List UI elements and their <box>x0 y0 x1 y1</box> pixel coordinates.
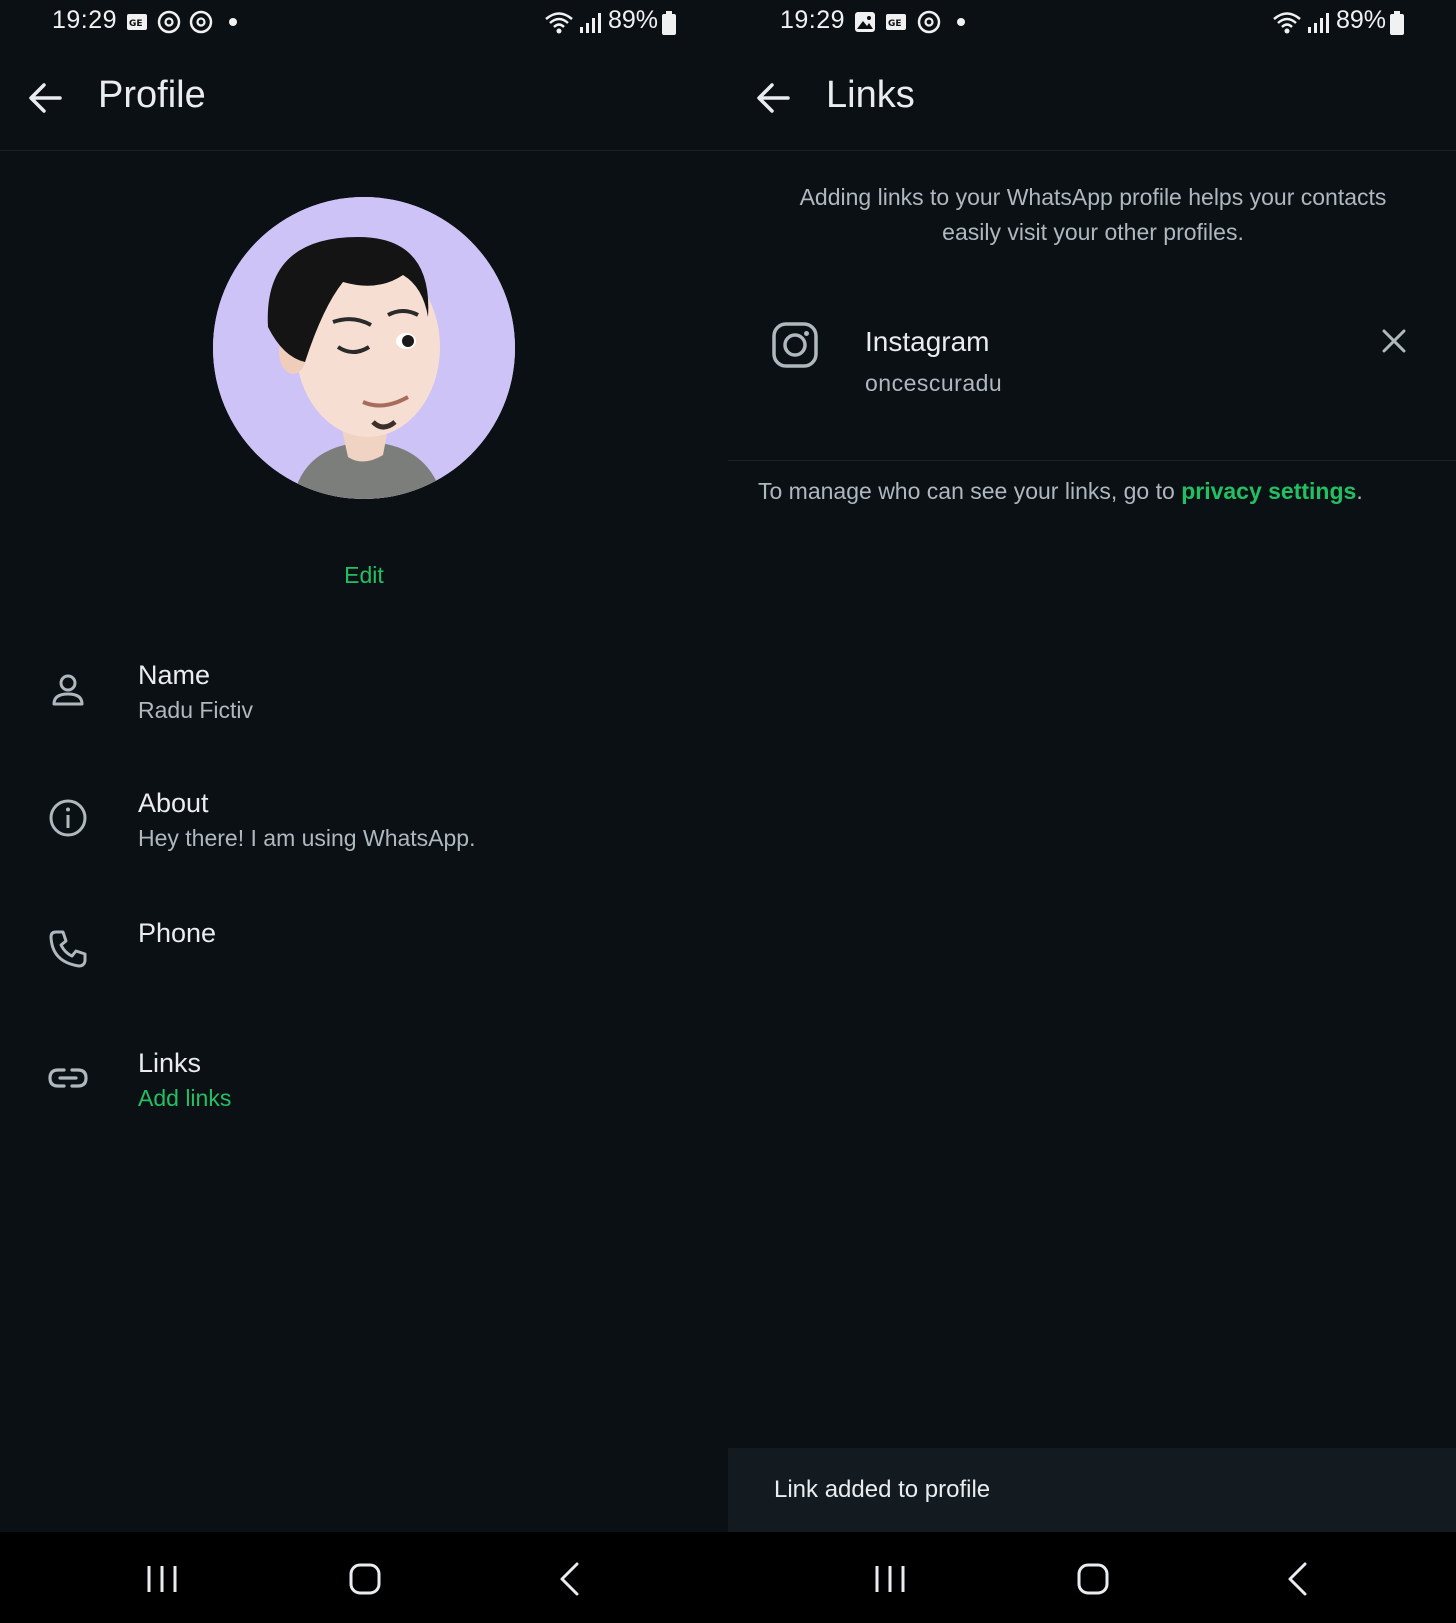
battery-icon <box>1390 11 1404 35</box>
recents-button[interactable] <box>865 1554 915 1604</box>
row-label: Phone <box>138 918 217 948</box>
threads-icon <box>157 10 181 34</box>
status-time: 19:29 <box>52 6 118 34</box>
back-icon <box>1288 1562 1307 1596</box>
snackbar-message: Link added to profile <box>774 1476 991 1503</box>
toolbar: Links <box>728 46 1456 151</box>
arrow-left-icon <box>29 83 62 113</box>
row-label: Links <box>138 1048 202 1078</box>
battery-percent: 89% <box>1336 6 1387 34</box>
recents-icon <box>147 1566 177 1592</box>
home-icon <box>349 1563 381 1595</box>
back-button[interactable] <box>20 72 72 124</box>
signal-icon <box>1308 13 1329 33</box>
gallery-news-icon: GE <box>127 14 147 30</box>
manage-suffix: . <box>1356 478 1363 504</box>
svg-text:GE: GE <box>129 19 143 29</box>
row-label: About <box>138 788 209 818</box>
svg-text:GE: GE <box>888 19 902 29</box>
row-label: Name <box>138 660 211 690</box>
page-title: Links <box>826 74 915 116</box>
row-value: Radu Fictiv <box>138 697 254 723</box>
status-time: 19:29 <box>780 6 846 34</box>
link-title: Instagram <box>865 326 990 357</box>
page-title: Profile <box>98 74 206 116</box>
privacy-settings-link[interactable]: privacy settings <box>1181 478 1356 504</box>
home-button[interactable] <box>1068 1554 1118 1604</box>
edit-avatar-link[interactable]: Edit <box>0 562 728 589</box>
battery-icon <box>662 11 676 35</box>
threads-icon <box>189 10 213 34</box>
manage-prefix: To manage who can see your links, go to <box>758 478 1182 504</box>
wifi-icon <box>1273 12 1301 34</box>
nav-back-button[interactable] <box>545 1554 595 1604</box>
link-item-instagram[interactable]: Instagram oncescuradu <box>728 300 1456 450</box>
instagram-icon <box>772 322 818 368</box>
close-icon <box>1382 329 1406 353</box>
avatar[interactable] <box>213 197 515 499</box>
remove-link-button[interactable] <box>1378 325 1410 357</box>
nav-back-button[interactable] <box>1273 1554 1323 1604</box>
arrow-left-icon <box>757 83 790 113</box>
home-button[interactable] <box>340 1554 390 1604</box>
gallery-news-icon: GE <box>886 14 906 30</box>
person-icon <box>52 674 84 706</box>
dot-icon <box>229 18 237 26</box>
manage-links-text: To manage who can see your links, go to … <box>758 478 1438 505</box>
dot-icon <box>957 18 965 26</box>
back-icon <box>560 1562 579 1596</box>
link-username: oncescuradu <box>865 370 1003 396</box>
threads-icon <box>917 10 941 34</box>
links-screen: 19:29 GE 89% Links Adding links to your … <box>728 0 1456 1623</box>
phone-icon <box>49 930 87 968</box>
link-icon <box>48 1068 88 1088</box>
back-button[interactable] <box>748 72 800 124</box>
links-intro-text: Adding links to your WhatsApp profile he… <box>799 184 1387 245</box>
wifi-icon <box>545 12 573 34</box>
battery-percent: 89% <box>608 6 659 34</box>
profile-row-phone[interactable]: Phone <box>0 900 728 1010</box>
home-icon <box>1077 1563 1109 1595</box>
avatar-image <box>213 197 515 499</box>
recents-button[interactable] <box>137 1554 187 1604</box>
toolbar: Profile <box>0 46 728 151</box>
status-bar: 19:29 GE 89% <box>0 0 728 46</box>
profile-row-links[interactable]: Links Add links <box>0 1030 728 1140</box>
nav-bar <box>0 1532 728 1623</box>
divider <box>728 460 1456 461</box>
profile-row-about[interactable]: About Hey there! I am using WhatsApp. <box>0 770 728 880</box>
signal-icon <box>580 13 601 33</box>
snackbar: Link added to profile <box>728 1448 1456 1532</box>
image-icon <box>855 12 875 32</box>
info-icon <box>49 799 87 837</box>
row-value: Hey there! I am using WhatsApp. <box>138 825 476 851</box>
add-links-link[interactable]: Add links <box>138 1085 231 1112</box>
status-bar: 19:29 GE 89% <box>728 0 1456 46</box>
profile-row-name[interactable]: Name Radu Fictiv <box>0 640 728 750</box>
profile-screen: 19:29 GE 89% Profile Edit Name Radu Fict… <box>0 0 728 1623</box>
nav-bar <box>728 1532 1456 1623</box>
recents-icon <box>875 1566 905 1592</box>
